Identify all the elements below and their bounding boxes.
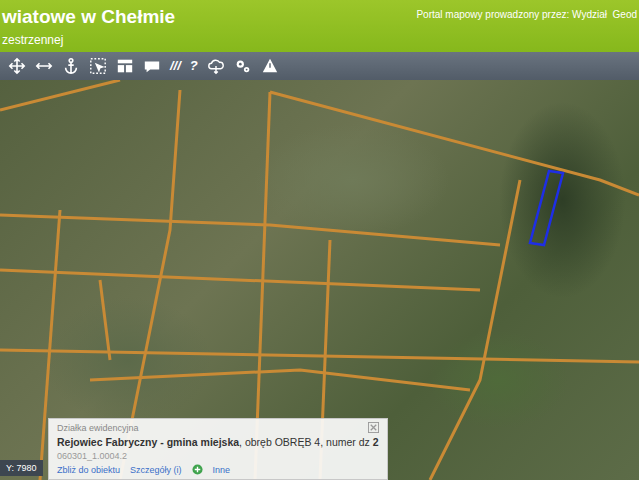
popup-links: Zbliż do obiektu Szczegóły (i) Inne [57, 464, 379, 475]
map-portal: wiatowe w Chełmie zestrzennej Portal mapow… [0, 0, 639, 480]
road-line [0, 215, 500, 245]
parcel-popup: Działka ewidencyjna Rejowiec Fabryczny - … [48, 418, 388, 480]
width-icon[interactable] [35, 57, 53, 75]
parcel-outline[interactable] [530, 171, 563, 245]
cloud-icon[interactable] [207, 57, 225, 75]
coordinates-box: Y: 7980 [0, 460, 43, 476]
road-line [90, 370, 470, 390]
popup-heading: Działka ewidencyjna [57, 423, 139, 433]
toolbar: ///? [0, 52, 639, 80]
road-line [430, 180, 520, 480]
anchor-icon[interactable] [62, 57, 80, 75]
tool-button[interactable]: /// [170, 57, 181, 75]
road-line [0, 270, 480, 290]
road-line [100, 280, 110, 360]
chat-icon[interactable] [143, 57, 161, 75]
popup-link[interactable]: Szczegóły (i) [130, 465, 182, 475]
brand: wiatowe w Chełmie zestrzennej [0, 0, 175, 48]
more-link[interactable]: Inne [213, 465, 231, 475]
header: wiatowe w Chełmie zestrzennej Portal mapow… [0, 0, 639, 52]
road-line [0, 350, 639, 362]
parcel-detail: , obręb OBRĘB 4, numer dz [239, 436, 373, 448]
tool-button[interactable]: ? [190, 57, 198, 75]
popup-link[interactable]: Zbliż do obiektu [57, 465, 120, 475]
road-line [0, 80, 120, 110]
add-icon[interactable] [192, 464, 203, 475]
select-icon[interactable] [89, 57, 107, 75]
popup-header: Działka ewidencyjna [57, 422, 379, 433]
warning-icon[interactable] [261, 57, 279, 75]
move-icon[interactable] [8, 57, 26, 75]
parcel-info: Rejowiec Fabryczny - gmina miejska, obrę… [57, 436, 379, 448]
layout-icon[interactable] [116, 57, 134, 75]
portal-subtitle: zestrzennej [2, 32, 175, 48]
parcel-place: Rejowiec Fabryczny - gmina miejska [57, 436, 239, 448]
close-icon[interactable] [368, 422, 379, 433]
parcel-id: 060301_1.0004.2 [57, 451, 379, 461]
operator-text: Portal mapowy prowadzony przez: Wydział … [416, 0, 639, 20]
road-line [270, 92, 639, 195]
map-view[interactable]: Y: 7980 Działka ewidencyjna Rejowiec Fabry… [0, 80, 639, 480]
parcel-number: 2 [373, 436, 379, 448]
portal-title: wiatowe w Chełmie [2, 6, 175, 28]
gears-icon[interactable] [234, 57, 252, 75]
